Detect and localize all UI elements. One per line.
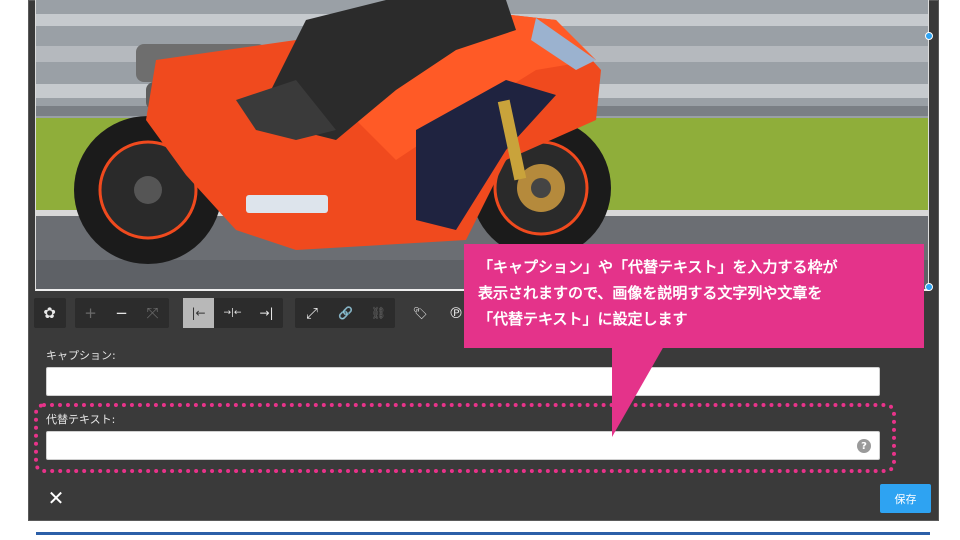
resize-icon[interactable]: ⤢ <box>295 298 329 328</box>
help-icon[interactable]: ? <box>857 439 871 453</box>
unlink-icon[interactable]: ⛓ <box>362 298 395 328</box>
callout-line-2: 表示されますので、画像を説明する文字列や文章を <box>478 284 823 302</box>
toolbar-group-zoom: + − ⤧ <box>75 298 169 328</box>
toolbar-group-tag: 🏷 <box>406 298 434 328</box>
plus-icon[interactable]: + <box>75 298 106 328</box>
alt-text-input[interactable]: ? <box>46 431 880 460</box>
annotation-callout: 「キャプション」や「代替テキスト」を入力する枠が 表示されますので、画像を説明す… <box>464 244 924 348</box>
callout-line-3: 「代替テキスト」に設定します <box>478 310 688 328</box>
callout-line-1: 「キャプション」や「代替テキスト」を入力する枠が <box>478 258 838 276</box>
close-button[interactable]: ✕ <box>44 486 68 510</box>
caption-label: キャプション: <box>46 349 116 362</box>
caption-input[interactable] <box>46 367 880 396</box>
toolbar-group-link: ⤢ 🔗 ⛓ <box>295 298 395 328</box>
align-right-icon[interactable]: →| <box>251 298 282 328</box>
divider <box>36 532 930 535</box>
resize-handle-top-right[interactable] <box>925 32 933 40</box>
alt-text-label: 代替テキスト: <box>46 413 116 426</box>
minus-icon[interactable]: − <box>106 298 137 328</box>
align-center-icon[interactable]: →|← <box>214 298 251 328</box>
align-left-icon[interactable]: |← <box>183 298 214 328</box>
toolbar-group-align: |← →|← →| <box>183 298 283 328</box>
resize-handle-bottom-right[interactable] <box>925 283 933 291</box>
expand-cross-icon[interactable]: ⤧ <box>137 298 168 328</box>
save-button[interactable]: 保存 <box>880 484 931 513</box>
link-icon[interactable]: 🔗 <box>329 298 362 328</box>
pinwheel-icon[interactable]: ✿ <box>34 298 65 328</box>
pinterest-icon[interactable]: ℗ <box>446 298 466 328</box>
tag-icon[interactable]: 🏷 <box>406 298 434 328</box>
toolbar-group-share: ℗ <box>446 298 466 328</box>
toolbar-group-edit: ✿ <box>34 298 66 328</box>
